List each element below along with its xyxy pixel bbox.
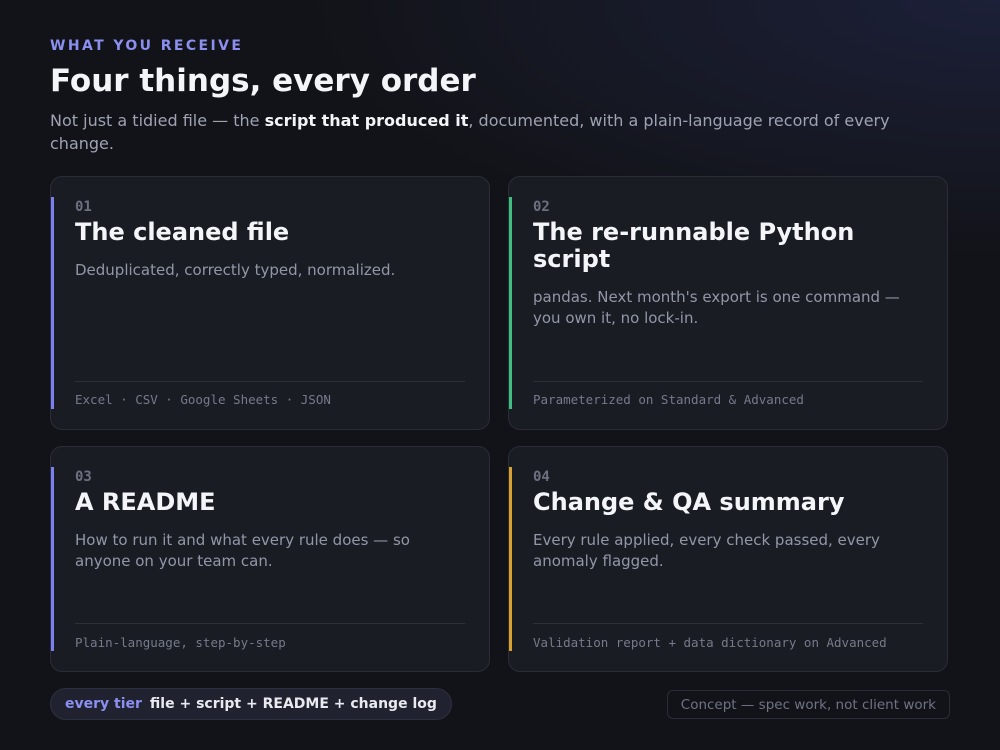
subtitle-emphasis: script that produced it [264, 111, 469, 130]
deliverable-card-python-script: 02 The re-runnable Python script pandas.… [508, 176, 948, 430]
deliverable-card-readme: 03 A README How to run it and what every… [50, 446, 490, 672]
card-accent-bar [51, 467, 54, 651]
card-divider [533, 623, 923, 624]
card-footer-note: Plain-language, step-by-step [75, 635, 286, 650]
card-number: 01 [75, 199, 92, 215]
card-description: Deduplicated, correctly typed, normalize… [75, 261, 396, 279]
tier-contents: file + script + README + change log [149, 696, 437, 712]
subtitle-text-before: Not just a tidied file — the [50, 111, 265, 130]
card-divider [533, 381, 923, 382]
card-divider [75, 623, 465, 624]
deliverable-card-qa-summary: 04 Change & QA summary Every rule applie… [508, 446, 948, 672]
card-title: A README [75, 488, 216, 516]
card-divider [75, 381, 465, 382]
every-tier-badge: every tier file + script + README + chan… [50, 688, 452, 720]
card-accent-bar [51, 197, 54, 409]
deliverable-card-cleaned-file: 01 The cleaned file Deduplicated, correc… [50, 176, 490, 430]
card-number: 03 [75, 469, 92, 485]
section-subtitle: Not just a tidied file — the script that… [50, 109, 930, 155]
section-eyebrow: WHAT YOU RECEIVE [50, 38, 244, 54]
card-accent-bar [509, 467, 512, 651]
card-description: How to run it and what every rule does —… [75, 531, 410, 570]
deliverables-section: WHAT YOU RECEIVE Four things, every orde… [50, 0, 950, 750]
card-footer-note: Excel · CSV · Google Sheets · JSON [75, 392, 331, 407]
section-title: Four things, every order [50, 63, 476, 99]
card-number: 04 [533, 469, 550, 485]
card-number: 02 [533, 199, 550, 215]
card-title: The re-runnable Python script [533, 218, 855, 273]
card-title: Change & QA summary [533, 488, 845, 516]
concept-disclaimer-badge: Concept — spec work, not client work [666, 690, 950, 719]
card-description: pandas. Next month's export is one comma… [533, 288, 900, 327]
card-title: The cleaned file [75, 218, 290, 246]
card-footer-note: Parameterized on Standard & Advanced [533, 392, 804, 407]
card-accent-bar [509, 197, 512, 409]
card-description: Every rule applied, every check passed, … [533, 531, 880, 570]
tier-label: every tier [65, 696, 142, 712]
card-footer-note: Validation report + data dictionary on A… [533, 635, 887, 650]
